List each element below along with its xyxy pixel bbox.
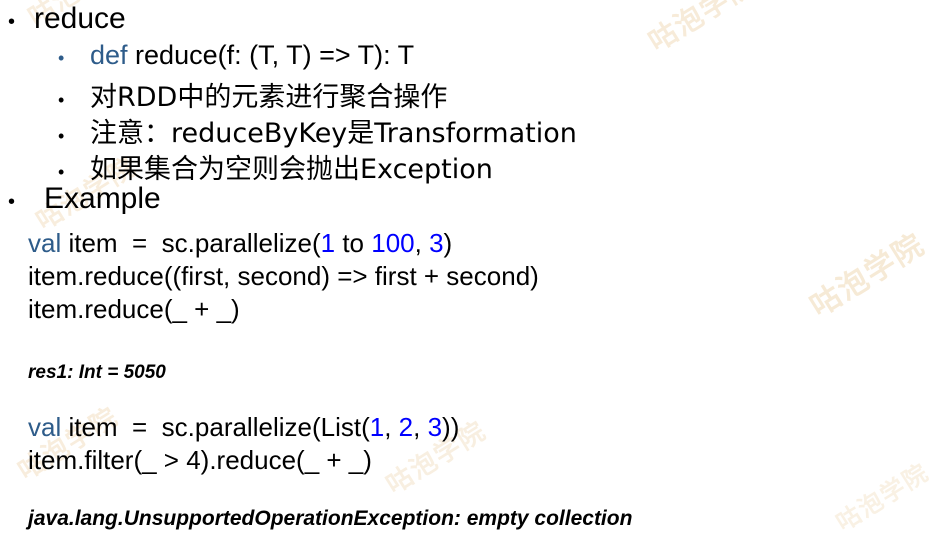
bullet-def-text: def reduce(f: (T, T) => T): T — [90, 40, 414, 71]
code-text: , — [384, 412, 399, 442]
bullet-example-label: Example — [44, 182, 161, 215]
code-text: item = sc.parallelize( — [61, 228, 321, 258]
code-line-parallelize-range: val item = sc.parallelize(1 to 100, 3) — [28, 228, 452, 259]
bullet-rdd-aggregate: • 对RDD中的元素进行聚合操作 — [58, 75, 447, 114]
bullet-glyph-icon: • — [8, 11, 16, 33]
bullet-glyph-icon: • — [58, 126, 65, 146]
literal-number: 3 — [427, 412, 443, 442]
keyword-def: def — [90, 40, 128, 70]
bullet-reducebykey-note: • 注意：reduceByKey是Transformation — [58, 111, 577, 150]
code-line-reduce-lambda: item.reduce((first, second) => first + s… — [28, 261, 539, 291]
bullet-rdd-aggregate-label: 对RDD中的元素进行聚合操作 — [90, 82, 448, 113]
code-text: to — [335, 228, 372, 258]
code-text: )) — [442, 412, 460, 442]
bullet-glyph-icon: • — [8, 191, 16, 213]
bullet-empty-exception-label: 如果集合为空则会抛出Exception — [90, 154, 493, 185]
watermark-text: 咕泡学院 — [642, 0, 762, 59]
code-line-filter-reduce: item.filter(_ > 4).reduce(_ + _) — [28, 445, 372, 475]
def-signature-rest: reduce(f: (T, T) => T): T — [127, 40, 415, 70]
literal-number: 1 — [369, 412, 385, 442]
code-text: ) — [443, 228, 453, 258]
bullet-reduce-label: reduce — [34, 2, 126, 35]
literal-number: 3 — [429, 228, 444, 258]
literal-number: 1 — [320, 228, 336, 258]
result-res1: res1: Int = 5050 — [28, 362, 166, 383]
bullet-reducebykey-note-label: 注意：reduceByKey是Transformation — [90, 118, 577, 149]
literal-number: 100 — [371, 228, 415, 258]
result-exception: java.lang.UnsupportedOperationException:… — [28, 507, 633, 530]
watermark-text: 咕泡学院 — [804, 226, 932, 325]
bullet-empty-exception: • 如果集合为空则会抛出Exception — [58, 147, 493, 186]
bullet-glyph-icon: • — [58, 48, 65, 68]
code-text: item = sc.parallelize(List( — [61, 412, 370, 442]
bullet-reduce: • reduce — [8, 2, 126, 36]
code-line-reduce-underscore: item.reduce(_ + _) — [28, 294, 240, 324]
bullet-def-signature: • def reduce(f: (T, T) => T): T — [58, 40, 414, 71]
bullet-glyph-icon: • — [58, 90, 65, 110]
bullet-glyph-icon: • — [58, 162, 65, 182]
bullet-example: • Example — [8, 182, 161, 216]
code-text: , — [414, 228, 430, 258]
keyword-val: val — [28, 228, 62, 258]
code-line-parallelize-list: val item = sc.parallelize(List(1, 2, 3)) — [28, 412, 459, 443]
literal-number: 2 — [398, 412, 414, 442]
watermark-text: 咕泡学院 — [831, 457, 935, 537]
slide-canvas: 咕泡学院咕泡学院咕泡学院咕泡学院咕泡学院咕泡学院咕泡学院 • reduce • … — [0, 0, 944, 558]
code-text: , — [413, 412, 428, 442]
keyword-val: val — [28, 412, 62, 442]
